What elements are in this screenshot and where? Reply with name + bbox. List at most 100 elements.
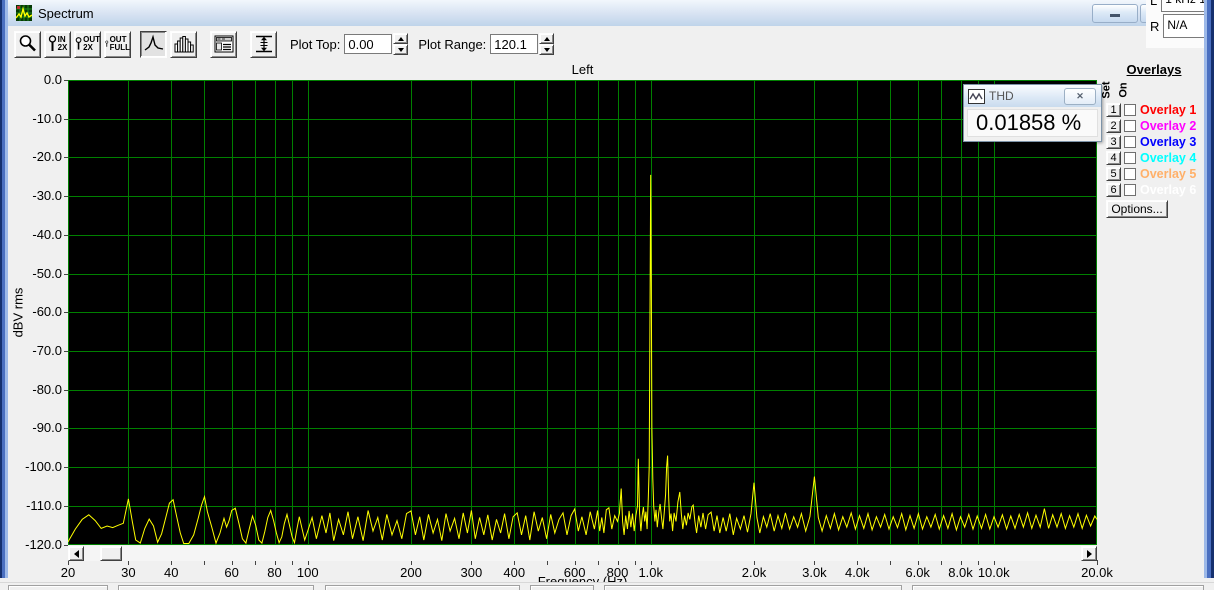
parent-window-right-border xyxy=(1204,0,1214,578)
waveform-icon xyxy=(968,88,985,104)
plot-top-input[interactable] xyxy=(344,34,393,54)
overlay-row: 4 Overlay 4 xyxy=(1106,150,1196,166)
overlay-rows: 1 Overlay 1 2 Overlay 2 3 Overlay 3 4 Overlay 4… xyxy=(1106,102,1196,198)
plot-top-spin-down[interactable] xyxy=(393,44,409,55)
dialog-form-icon xyxy=(214,35,233,53)
overlays-panel: Overlays Set On 1 Overlay 1 2 Overlay 2 3 Ove… xyxy=(1101,62,1204,218)
overlay-on-checkbox[interactable] xyxy=(1124,104,1136,116)
overlay-label: Overlay 6 xyxy=(1140,183,1197,197)
plot-range-label: Plot Range: xyxy=(418,36,487,52)
y-axis-label: -50.0 xyxy=(32,265,62,281)
overlay-on-checkbox[interactable] xyxy=(1124,136,1136,148)
y-axis-tick xyxy=(64,467,68,469)
overlay-row: 2 Overlay 2 xyxy=(1106,118,1196,134)
app-window: Spectrum L 1 kHz 1 R N/A IN xyxy=(0,0,1214,590)
overlay-set-button[interactable]: 6 xyxy=(1106,183,1121,197)
overlay-set-button[interactable]: 1 xyxy=(1106,103,1121,117)
plot-range-spinner xyxy=(539,33,555,55)
vertical-range-icon xyxy=(255,35,272,53)
thd-window: THD ✕ 0.01858 % xyxy=(963,84,1102,142)
left-arrow-icon xyxy=(73,549,79,558)
right-channel-value[interactable]: N/A xyxy=(1163,14,1204,38)
plot-range-tool-button[interactable] xyxy=(250,30,277,58)
plot-title: Left xyxy=(571,62,594,77)
right-channel-label: R xyxy=(1150,18,1160,34)
settings-dialog-button[interactable] xyxy=(210,30,237,58)
zoom-in-2x-button[interactable]: IN 2X xyxy=(44,30,71,58)
plot-top-spin-up[interactable] xyxy=(393,33,409,44)
y-axis-tick xyxy=(64,389,68,391)
y-axis-tick xyxy=(64,234,68,236)
left-channel-value[interactable]: 1 kHz 1 xyxy=(1161,0,1204,12)
y-axis-label: -120.0 xyxy=(25,536,62,552)
thd-value: 0.01858 % xyxy=(967,109,1098,137)
overlay-row: 6 Overlay 6 xyxy=(1106,182,1196,198)
scroll-right-button[interactable] xyxy=(1081,546,1097,561)
overlay-label: Overlay 2 xyxy=(1140,119,1197,133)
overlay-set-button[interactable]: 4 xyxy=(1106,151,1121,165)
y-axis-label: -30.0 xyxy=(32,188,62,204)
zoom-tool-button[interactable] xyxy=(14,30,41,58)
overlay-label: Overlay 4 xyxy=(1140,151,1197,165)
y-axis-tick xyxy=(64,428,68,430)
overlay-label: Overlay 3 xyxy=(1140,135,1197,149)
plot-top-label: Plot Top: xyxy=(290,36,341,52)
plot-range-input[interactable] xyxy=(490,34,539,54)
spectrum-view-button[interactable] xyxy=(140,30,167,58)
rta-bars-view-button[interactable] xyxy=(170,30,197,58)
magnifier-icon xyxy=(75,37,82,50)
y-axis-tick xyxy=(64,351,68,353)
overlay-label: Overlay 5 xyxy=(1140,167,1197,181)
minimize-icon xyxy=(1110,14,1120,17)
overlay-options-button[interactable]: Options... xyxy=(1106,200,1168,218)
y-axis-tick xyxy=(64,505,68,507)
overlay-set-button[interactable]: 3 xyxy=(1106,135,1121,149)
overlay-set-button[interactable]: 2 xyxy=(1106,119,1121,133)
spectrum-curve-icon xyxy=(144,34,163,51)
y-axis-label: -80.0 xyxy=(32,381,62,397)
y-axis-label: -70.0 xyxy=(32,343,62,359)
plot-range-spin-down[interactable] xyxy=(539,44,555,55)
bottom-panel-strip xyxy=(0,582,1214,590)
thd-title: THD xyxy=(989,89,1014,103)
zoom-full-label-bottom: FULL xyxy=(109,43,130,52)
right-arrow-icon xyxy=(1086,549,1092,558)
minimize-button[interactable] xyxy=(1092,4,1138,23)
y-axis-label: -100.0 xyxy=(25,459,62,475)
thd-close-button[interactable]: ✕ xyxy=(1064,88,1096,105)
overlay-label: Overlay 1 xyxy=(1140,103,1197,117)
y-axis-label: -110.0 xyxy=(26,497,62,513)
zoom-in-label-bottom: 2X xyxy=(57,43,68,52)
y-axis-tick xyxy=(64,273,68,275)
spectrum-plot xyxy=(67,80,1098,545)
y-axis-label: 0.0 xyxy=(43,72,62,87)
magnifier-icon xyxy=(48,35,56,51)
plot-top-spinner xyxy=(393,33,409,55)
zoom-out-2x-button[interactable]: OUT 2X xyxy=(74,30,101,58)
overlay-on-checkbox[interactable] xyxy=(1124,168,1136,180)
left-channel-label: L xyxy=(1150,0,1158,8)
y-axis-tick xyxy=(64,196,68,198)
magnifier-icon xyxy=(19,35,36,52)
overlay-on-checkbox[interactable] xyxy=(1124,120,1136,132)
y-axis-tick xyxy=(64,80,68,81)
overlays-heading: Overlays xyxy=(1126,62,1182,77)
scrollbar-thumb[interactable] xyxy=(100,546,122,561)
y-axis-tick xyxy=(64,157,68,159)
thd-titlebar[interactable]: THD ✕ xyxy=(964,85,1101,107)
channel-readout-panel: L 1 kHz 1 R N/A xyxy=(1146,0,1204,48)
toolbar: IN 2X OUT 2X OUT FULL Plot Top: 0.00 Plo… xyxy=(8,26,1204,62)
overlay-on-checkbox[interactable] xyxy=(1124,184,1136,196)
set-column-label: Set xyxy=(1100,81,1113,99)
overlay-set-button[interactable]: 5 xyxy=(1106,167,1121,181)
overlay-on-checkbox[interactable] xyxy=(1124,152,1136,164)
plot-range-spin-up[interactable] xyxy=(539,33,555,44)
zoom-out-full-button[interactable]: OUT FULL xyxy=(104,30,131,58)
y-axis-label: -90.0 xyxy=(32,420,62,436)
horizontal-scrollbar[interactable] xyxy=(68,546,1097,561)
overlay-row: 5 Overlay 5 xyxy=(1106,166,1196,182)
window-title: Spectrum xyxy=(38,5,94,21)
spectrum-window-titlebar[interactable]: Spectrum xyxy=(8,0,1156,27)
overlay-row: 3 Overlay 3 xyxy=(1106,134,1196,150)
scroll-left-button[interactable] xyxy=(68,546,84,561)
